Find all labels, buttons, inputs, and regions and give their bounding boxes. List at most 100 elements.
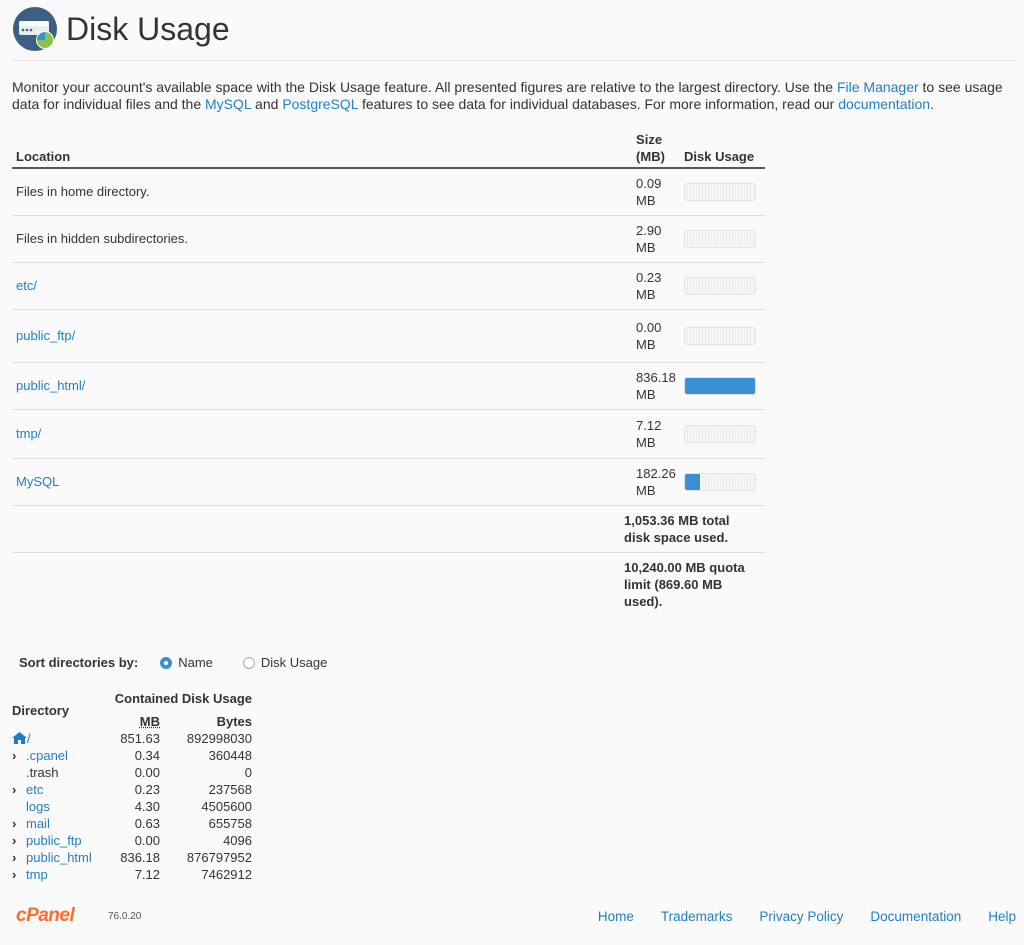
intro-text-part: features to see data for individual data… <box>358 96 839 112</box>
usage-bar <box>684 182 757 201</box>
directory-header: Directory <box>12 702 70 718</box>
usage-bar <box>684 229 757 248</box>
location-label: Files in hidden subdirectories. <box>16 231 188 246</box>
usage-location-cell: public_ftp/ <box>12 309 632 362</box>
contained-usage-header: Contained Disk Usage <box>114 691 252 706</box>
footer: cPanel 76.0.20 Home Trademarks Privacy P… <box>0 900 1024 932</box>
footer-link-documentation[interactable]: Documentation <box>870 909 961 924</box>
sort-controls: Sort directories by: Name Disk Usage <box>19 655 357 670</box>
directory-bytes-cell: 237568 <box>208 782 252 797</box>
directory-link[interactable]: public_html <box>26 850 92 865</box>
bytes-header: Bytes <box>216 714 252 729</box>
directory-name-cell: › public_html <box>12 849 112 866</box>
directory-link[interactable]: tmp <box>26 867 48 882</box>
usage-bar <box>684 376 757 395</box>
chevron-right-icon[interactable]: › <box>12 849 26 866</box>
sort-option-label: Disk Usage <box>260 655 328 670</box>
directory-link[interactable]: .cpanel <box>26 748 68 763</box>
directory-link[interactable]: etc <box>26 782 43 797</box>
empty-cell <box>12 505 632 552</box>
directory-link[interactable]: logs <box>26 799 50 814</box>
chevron-right-icon[interactable]: › <box>12 747 26 764</box>
empty-cell <box>12 552 632 616</box>
footer-link-trademarks[interactable]: Trademarks <box>661 909 733 924</box>
postgresql-link[interactable]: PostgreSQL <box>282 96 358 112</box>
disk-usage-table: Location Size (MB) Disk Usage Files in h… <box>12 126 765 616</box>
usage-bar-fill <box>685 377 756 394</box>
location-link[interactable]: tmp/ <box>16 426 41 441</box>
total-row: 1,053.36 MB total disk space used. <box>12 505 765 552</box>
sort-by-usage-option[interactable]: Disk Usage <box>242 655 328 670</box>
directory-row: › tmp 7.12 7462912 <box>12 866 252 883</box>
usage-bar-cell <box>680 215 765 262</box>
header-divider <box>12 60 1016 61</box>
sort-by-name-option[interactable]: Name <box>160 655 213 670</box>
usage-location-cell: etc/ <box>12 262 632 309</box>
directory-bytes-cell: 360448 <box>208 748 252 763</box>
usage-location-cell: tmp/ <box>12 409 632 458</box>
usage-location-cell: Files in hidden subdirectories. <box>12 215 632 262</box>
version-label: 76.0.20 <box>108 911 142 922</box>
usage-size-cell: 182.26 MB <box>636 465 676 498</box>
directory-bytes-cell: 4096 <box>223 833 252 848</box>
directory-mb-cell: 851.63 <box>120 731 160 746</box>
footer-links: Home Trademarks Privacy Policy Documenta… <box>571 909 1016 924</box>
page-header: Disk Usage <box>12 6 230 52</box>
cpanel-logo: cPanel <box>16 905 75 926</box>
location-link[interactable]: MySQL <box>16 474 59 489</box>
size-header: Size (MB) <box>636 132 665 164</box>
mb-header: MB <box>139 714 160 729</box>
directory-table: Directory Contained Disk Usage MB Bytes … <box>12 690 252 883</box>
directory-bytes-cell: 4505600 <box>201 799 252 814</box>
intro-text-part: Monitor your account's available space w… <box>12 79 837 95</box>
location-header: Location <box>16 149 71 164</box>
directory-bytes-cell: 892998030 <box>186 731 252 746</box>
directory-mb-cell: 0.63 <box>134 816 160 831</box>
footer-link-home[interactable]: Home <box>598 909 634 924</box>
location-link[interactable]: public_ftp/ <box>16 328 75 343</box>
sort-by-name-radio[interactable] <box>160 656 173 669</box>
usage-size-cell: 836.18 MB <box>636 369 676 402</box>
page-title: Disk Usage <box>66 10 230 47</box>
directory-mb-cell: 0.23 <box>134 782 160 797</box>
usage-size-cell: 0.09 MB <box>636 175 662 208</box>
quota-row: 10,240.00 MB quota limit (869.60 MB used… <box>12 552 765 616</box>
directory-link[interactable]: / <box>27 731 31 746</box>
sort-label: Sort directories by: <box>19 655 139 670</box>
footer-link-privacy-policy[interactable]: Privacy Policy <box>759 909 843 924</box>
directory-name-cell: › etc <box>12 781 112 798</box>
directory-mb-cell: 0.34 <box>134 748 160 763</box>
directory-name-cell: .trash <box>12 764 112 781</box>
directory-link[interactable]: mail <box>26 816 50 831</box>
directory-row: logs 4.30 4505600 <box>12 798 252 815</box>
sort-by-usage-radio[interactable] <box>242 656 255 669</box>
usage-bar <box>684 424 757 443</box>
chevron-right-icon[interactable]: › <box>12 832 26 849</box>
directory-mb-cell: 4.30 <box>134 799 160 814</box>
footer-link-help[interactable]: Help <box>988 909 1016 924</box>
chevron-right-icon[interactable]: › <box>12 815 26 832</box>
usage-bar-fill <box>685 473 701 490</box>
disk-usage-icon <box>13 7 57 51</box>
usage-size-cell: 2.90 MB <box>636 222 662 255</box>
usage-size-cell: 7.12 MB <box>636 417 662 450</box>
directory-link[interactable]: public_ftp <box>26 833 82 848</box>
chevron-right-icon[interactable]: › <box>12 781 26 798</box>
home-icon[interactable] <box>12 732 27 744</box>
usage-bar-cell <box>680 168 765 215</box>
usage-bar <box>684 472 757 491</box>
location-link[interactable]: public_html/ <box>16 378 85 393</box>
chevron-right-icon[interactable]: › <box>12 866 26 883</box>
directory-bytes-cell: 655758 <box>208 816 252 831</box>
location-link[interactable]: etc/ <box>16 278 37 293</box>
file-manager-link[interactable]: File Manager <box>837 79 919 95</box>
usage-row: MySQL 182.26 MB <box>12 458 765 505</box>
usage-bar <box>684 276 757 295</box>
usage-row: tmp/7.12 MB <box>12 409 765 458</box>
directory-mb-cell: 7.12 <box>134 867 160 882</box>
usage-bar-cell <box>680 409 765 458</box>
intro-text: Monitor your account's available space w… <box>12 79 1017 113</box>
directory-name-cell: › public_ftp <box>12 832 112 849</box>
documentation-link[interactable]: documentation <box>838 96 930 112</box>
mysql-link[interactable]: MySQL <box>205 96 251 112</box>
